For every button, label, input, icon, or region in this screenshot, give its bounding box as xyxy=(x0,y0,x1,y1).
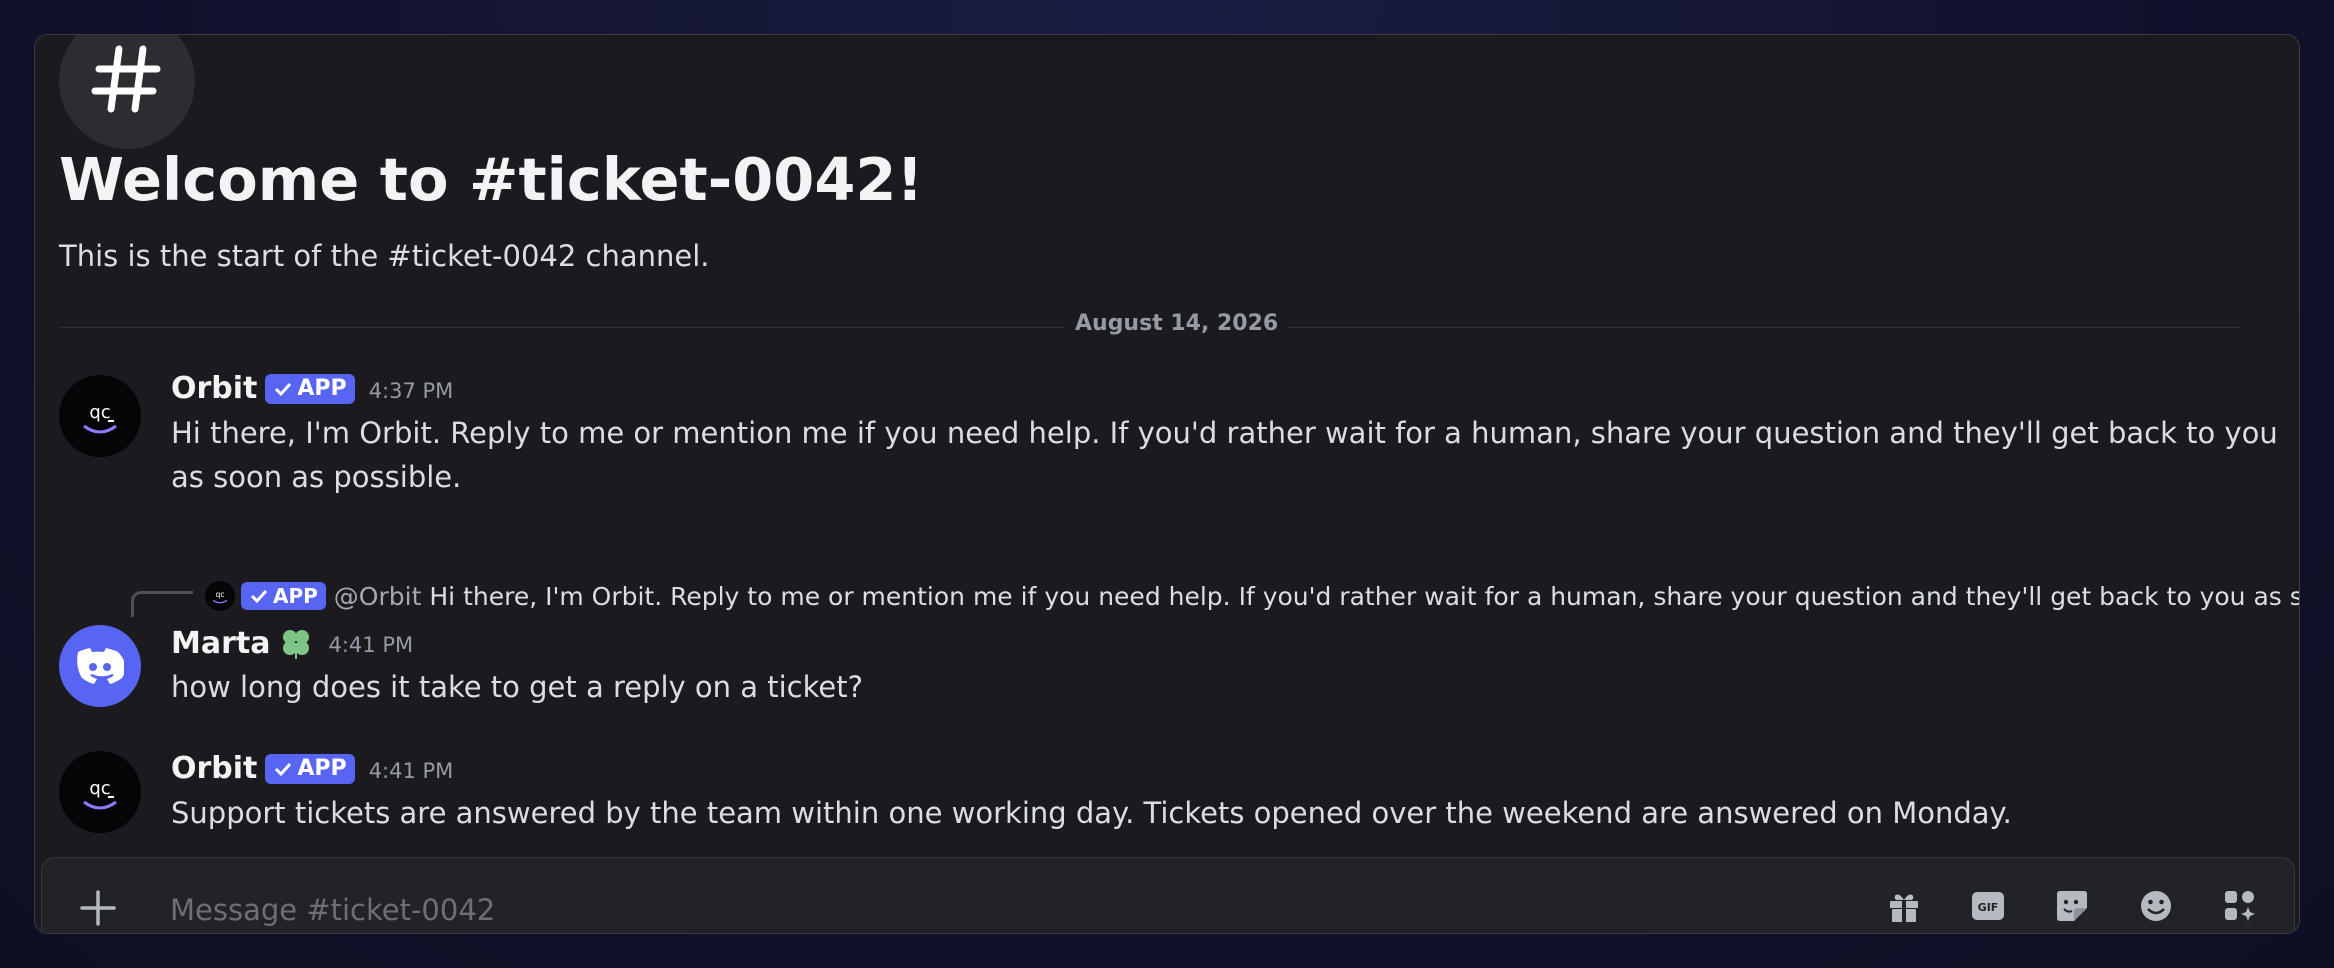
orbit-logo-icon: qc xyxy=(83,402,117,434)
plus-icon xyxy=(80,890,116,926)
apps-icon[interactable] xyxy=(2220,886,2260,926)
svg-text:qc: qc xyxy=(89,402,110,423)
message-item: qc Orbit APP 4:37 PM Hi there, I'm Orbit… xyxy=(59,371,2278,541)
message-author[interactable]: Orbit xyxy=(171,751,257,786)
message-author[interactable]: Marta xyxy=(171,626,270,661)
verified-check-icon xyxy=(275,762,292,776)
message-timestamp: 4:37 PM xyxy=(368,378,454,403)
discord-logo-icon xyxy=(77,648,124,684)
clover-role-icon xyxy=(278,625,314,661)
verified-check-icon xyxy=(275,382,292,396)
app-badge: APP xyxy=(265,373,355,404)
message-content: Support tickets are answered by the team… xyxy=(171,796,2012,830)
welcome-subtitle: This is the start of the #ticket-0042 ch… xyxy=(59,239,710,273)
message-input[interactable] xyxy=(170,888,1870,932)
avatar-orbit[interactable]: qc xyxy=(59,375,141,457)
sticker-icon[interactable] xyxy=(2052,886,2092,926)
message-item: Marta 4:41 PM how long does it take to g… xyxy=(59,589,2259,709)
welcome-title: Welcome to #ticket-0042! xyxy=(59,145,924,214)
message-composer: GIF xyxy=(41,857,2295,933)
gif-icon[interactable]: GIF xyxy=(1968,886,2008,926)
message-content: Hi there, I'm Orbit. Reply to me or ment… xyxy=(171,416,2278,494)
message-content: how long does it take to get a reply on … xyxy=(171,670,863,704)
app-badge: APP xyxy=(265,753,355,784)
gift-icon[interactable] xyxy=(1884,886,1924,926)
message-item: qc Orbit APP 4:41 PM Support tickets are… xyxy=(59,719,2259,833)
orbit-logo-icon: qc xyxy=(83,778,117,810)
emoji-icon[interactable] xyxy=(2136,886,2176,926)
channel-hash-icon xyxy=(59,35,195,149)
message-timestamp: 4:41 PM xyxy=(328,633,414,657)
message-author[interactable]: Orbit xyxy=(171,371,257,406)
avatar-marta[interactable] xyxy=(59,625,141,707)
attach-plus-button[interactable] xyxy=(76,886,120,930)
avatar-orbit[interactable]: qc xyxy=(59,751,141,833)
svg-text:GIF: GIF xyxy=(1978,901,1999,914)
message-timestamp: 4:41 PM xyxy=(368,758,454,783)
chat-window: Welcome to #ticket-0042! This is the sta… xyxy=(34,34,2300,934)
svg-text:qc: qc xyxy=(89,778,110,799)
date-divider-label: August 14, 2026 xyxy=(1065,311,1289,336)
